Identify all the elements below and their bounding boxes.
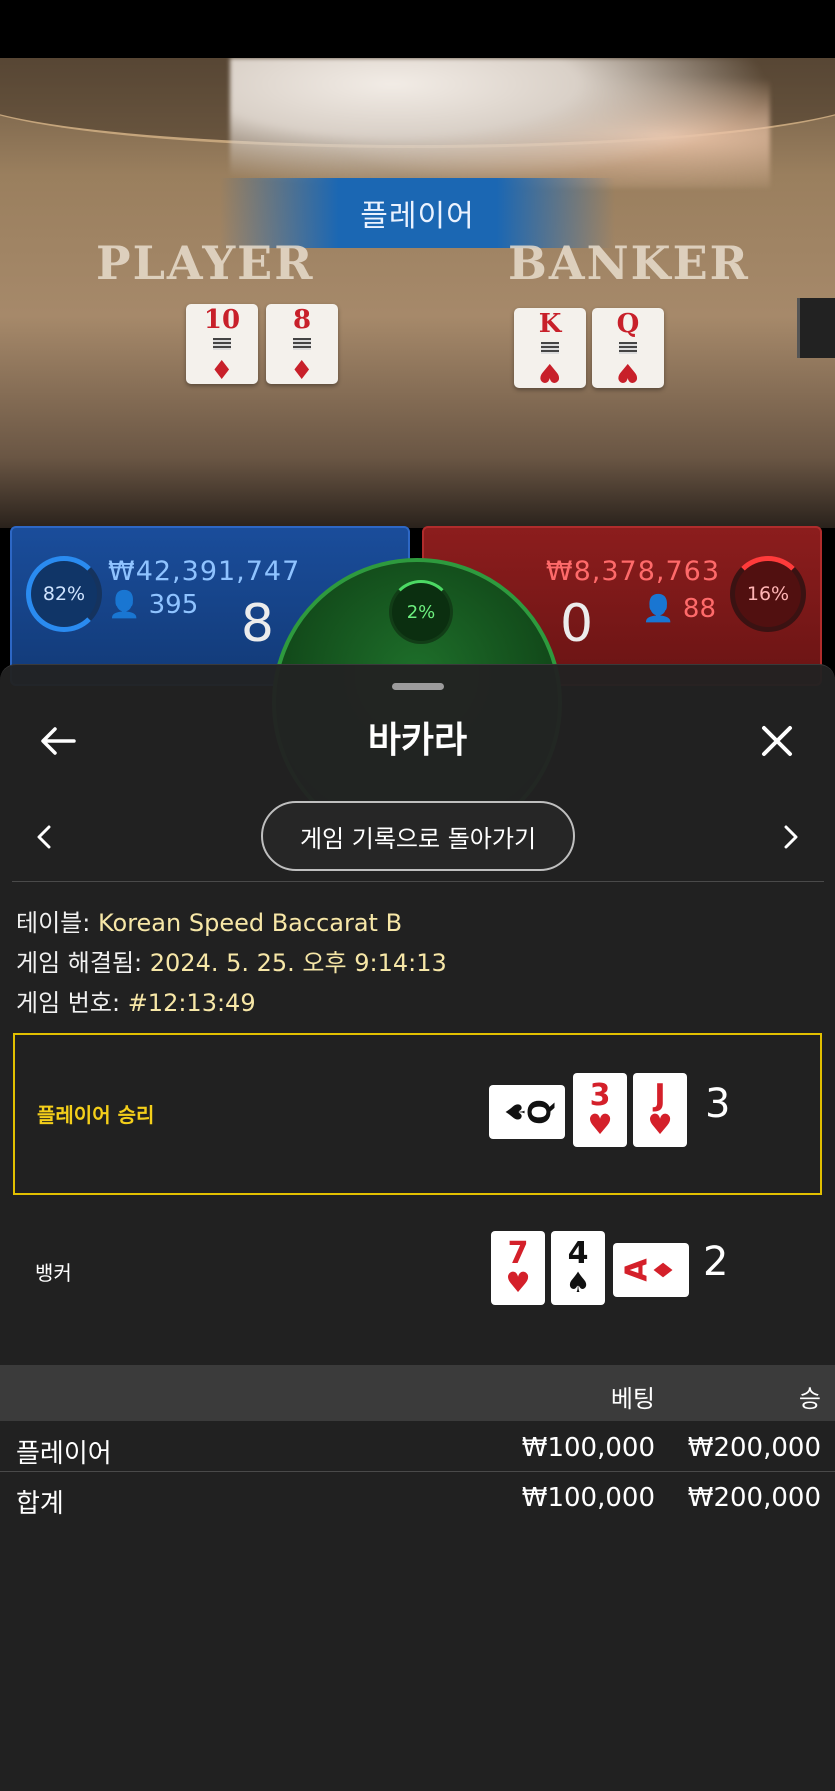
game-detail-sheet: 바카라 게임 기록으로 돌아가기 테이블: Korean Speed Bacca…: [0, 664, 835, 1791]
tie-percent-ring: 2%: [389, 580, 453, 644]
bet-scoreboard: 82% ₩42,391,747 👤 395 8 16% ₩8,378,763 👤…: [0, 520, 835, 848]
sheet-title: 바카라: [367, 720, 468, 761]
hand-label: 뱅커: [35, 1261, 72, 1285]
player-percent-ring: 82%: [26, 556, 102, 632]
bets-table-header: 베팅 승: [0, 1365, 835, 1421]
close-icon: [762, 726, 792, 756]
banker-percent-ring: 16%: [730, 556, 806, 632]
felt-player-label: PLAYER: [96, 236, 315, 290]
player-hand-row: 플레이어 승리 ♠ Q 3 ♥ J ♥ 3: [13, 1033, 822, 1195]
card-suit: ♥: [647, 1108, 673, 1141]
back-button[interactable]: [36, 719, 80, 763]
felt-banker-label: BANKER: [508, 236, 750, 290]
divider: [0, 1471, 835, 1472]
card-rank: 7: [507, 1236, 529, 1271]
card-rank: J: [654, 1078, 666, 1113]
table-row: 합계 ₩100,000 ₩200,000: [0, 1475, 835, 1523]
felt-card: 8 ♦: [266, 304, 338, 384]
card-rank: 8: [292, 305, 312, 335]
card-barcode: [619, 342, 637, 354]
card-suit: ♥: [538, 357, 562, 387]
playing-card: 4 ♠: [551, 1231, 605, 1305]
arrow-left-icon: [41, 727, 76, 755]
card-rank: Q: [616, 309, 640, 339]
banker-count-value: 88: [682, 594, 716, 624]
card-barcode: [293, 338, 311, 350]
card-barcode: [213, 338, 231, 350]
playing-card: ♠ Q: [489, 1085, 565, 1139]
game-number-label: 게임 번호:: [16, 989, 121, 1017]
card-suit: ♦: [290, 353, 314, 383]
next-round-button[interactable]: [775, 821, 807, 853]
banker-bettor-count: 👤 88: [642, 594, 716, 624]
card-suit: ♥: [505, 1266, 531, 1299]
bet-amount: ₩100,000: [521, 1433, 655, 1463]
chevron-left-icon: [37, 825, 51, 849]
hand-total: 2: [703, 1239, 729, 1285]
card-suit: ♦: [210, 353, 234, 383]
card-suit: ♥: [587, 1108, 613, 1141]
card-rank: 4: [567, 1236, 589, 1271]
live-video: 플레이어 PLAYER BANKER 10 ♦ 8 ♦ K ♥ Q ♥: [0, 58, 835, 528]
card-rank: K: [538, 309, 562, 339]
close-button[interactable]: [755, 719, 799, 763]
sheet-header: 바카라: [0, 701, 835, 781]
resolved-value: 2024. 5. 25. 오후 9:14:13: [149, 949, 447, 977]
banker-score: 0: [560, 594, 594, 654]
card-rank: A: [619, 1258, 655, 1282]
win-amount: ₩200,000: [687, 1433, 821, 1463]
banker-hand-row: 뱅커 7 ♥ 4 ♠ A ♦ 2: [13, 1193, 822, 1355]
column-header-bet: 베팅: [610, 1385, 655, 1413]
card-suit: ♦: [649, 1258, 680, 1282]
dealer-hands: [230, 58, 770, 188]
playing-card: 7 ♥: [491, 1231, 545, 1305]
hand-label: 플레이어 승리: [37, 1103, 155, 1127]
card-rank: Q: [522, 1099, 558, 1125]
playing-card: J ♥: [633, 1073, 687, 1147]
card-suit: ♥: [616, 357, 640, 387]
total-bet-amount: ₩100,000: [521, 1483, 655, 1513]
playing-card: A ♦: [613, 1243, 689, 1297]
divider: [12, 881, 824, 882]
round-navigation: 게임 기록으로 돌아가기: [0, 801, 835, 873]
bet-name: 플레이어: [16, 1439, 112, 1469]
card-suit: ♠: [565, 1266, 591, 1299]
person-icon: 👤: [108, 590, 141, 620]
person-icon: 👤: [642, 594, 675, 624]
player-pot: ₩42,391,747: [108, 556, 301, 587]
game-number-info: 게임 번호: #12:13:49: [16, 983, 256, 1018]
hand-total: 3: [705, 1081, 731, 1127]
card-shoe: [797, 298, 835, 358]
table-value: Korean Speed Baccarat B: [97, 909, 403, 937]
player-count-value: 395: [148, 590, 199, 620]
card-rank: 10: [203, 305, 241, 335]
table-info: 테이블: Korean Speed Baccarat B: [16, 903, 402, 938]
game-number-value: #12:13:49: [127, 989, 256, 1017]
table-row: 플레이어 ₩100,000 ₩200,000: [0, 1425, 835, 1473]
card-barcode: [541, 342, 559, 354]
felt-card: Q ♥: [592, 308, 664, 388]
status-bar: [0, 0, 835, 58]
player-score: 8: [240, 594, 274, 654]
table-label: 테이블:: [16, 909, 91, 937]
card-rank: 3: [589, 1078, 611, 1113]
banker-pot: ₩8,378,763: [545, 556, 720, 587]
player-bettor-count: 👤 395: [108, 590, 198, 620]
total-win-amount: ₩200,000: [687, 1483, 821, 1513]
resolved-label: 게임 해결됨:: [16, 949, 143, 977]
felt-card: 10 ♦: [186, 304, 258, 384]
felt-card: K ♥: [514, 308, 586, 388]
column-header-win: 승: [798, 1385, 821, 1413]
resolved-info: 게임 해결됨: 2024. 5. 25. 오후 9:14:13: [16, 943, 447, 978]
back-to-history-button[interactable]: 게임 기록으로 돌아가기: [261, 801, 575, 871]
chevron-right-icon: [784, 825, 798, 849]
sheet-drag-handle[interactable]: [392, 683, 444, 690]
playing-card: 3 ♥: [573, 1073, 627, 1147]
previous-round-button[interactable]: [28, 821, 60, 853]
total-name: 합계: [16, 1489, 64, 1519]
